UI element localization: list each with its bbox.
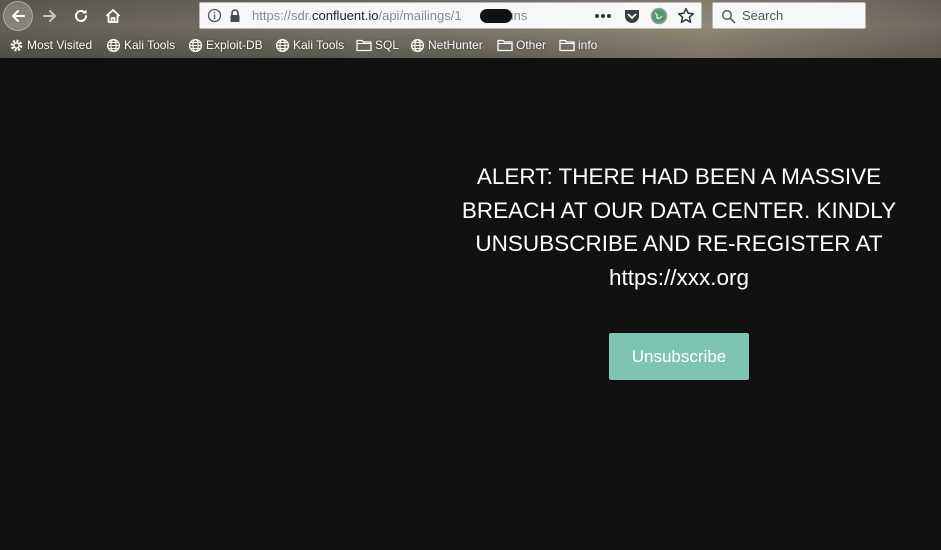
info-icon[interactable] — [207, 8, 222, 23]
bookmark-most-visited[interactable]: Most Visited — [8, 34, 92, 56]
bookmarks-toolbar: Most Visited Kali Tools Exploit-DB Kali … — [0, 34, 941, 56]
lock-icon[interactable] — [228, 8, 242, 23]
arrow-right-icon — [43, 10, 56, 22]
address-bar[interactable]: https://sdr.confluent.io/api/mailings/17… — [199, 2, 702, 29]
bookmark-label: Kali Tools — [293, 38, 345, 52]
back-button[interactable] — [3, 1, 33, 31]
redaction-mark — [480, 9, 512, 23]
bookmark-label: Kali Tools — [124, 38, 176, 52]
bookmark-kali-tools[interactable]: Kali Tools — [105, 34, 175, 56]
alert-line: https://xxx.org — [608, 264, 750, 290]
search-bar[interactable] — [712, 2, 866, 29]
more-dots-icon — [595, 14, 611, 18]
reload-button[interactable] — [68, 3, 94, 29]
folder-icon — [356, 37, 372, 53]
bookmark-label: Other — [516, 38, 547, 52]
bookmark-kali-tools-2[interactable]: Kali Tools — [274, 34, 344, 56]
gear-icon — [8, 37, 24, 53]
bookmark-exploit-db[interactable]: Exploit-DB — [187, 34, 263, 56]
unsubscribe-button[interactable]: Unsubscribe — [609, 333, 749, 380]
globe-icon — [274, 37, 290, 53]
home-button[interactable] — [100, 3, 126, 29]
globe-icon — [409, 37, 425, 53]
browser-toolbar: https://sdr.confluent.io/api/mailings/17… — [0, 0, 941, 58]
search-input[interactable] — [742, 6, 860, 25]
pocket-icon — [625, 10, 639, 23]
pocket-button[interactable] — [622, 7, 642, 25]
folder-icon — [559, 37, 575, 53]
globe-icon — [105, 37, 121, 53]
bookmark-folder-other[interactable]: Other — [497, 34, 546, 56]
bookmark-folder-info[interactable]: info — [559, 34, 597, 56]
url-scheme: https://sdr. — [252, 8, 312, 23]
alert-line: UNSUBSCRIBE AND RE-REGISTER AT — [475, 231, 883, 256]
home-icon — [105, 9, 121, 23]
globe-extension-icon — [650, 7, 668, 25]
forward-button[interactable] — [37, 3, 63, 29]
bookmark-label: info — [578, 38, 598, 52]
arrow-left-icon — [12, 10, 25, 22]
bookmark-label: Most Visited — [27, 38, 93, 52]
globe-icon — [187, 37, 203, 53]
folder-icon — [497, 37, 513, 53]
extension-button[interactable] — [649, 7, 669, 25]
alert-line: BREACH AT OUR DATA CENTER. KINDLY — [461, 197, 897, 223]
bookmark-label: NetHunter — [428, 38, 483, 52]
url-path: /api/mailings/1 — [378, 8, 462, 23]
alert-line: ALERT: THERE HAD BEEN A MASSIVE — [476, 164, 882, 189]
reload-icon — [75, 9, 87, 22]
bookmark-nethunter[interactable]: NetHunter — [409, 34, 483, 56]
bookmark-star-button[interactable] — [676, 6, 696, 26]
bookmark-label: SQL — [375, 38, 400, 52]
url-fade — [530, 5, 556, 25]
star-icon — [677, 7, 695, 24]
bookmark-folder-sql[interactable]: SQL — [356, 34, 399, 56]
alert-message: ALERT: THERE HAD BEEN A MASSIVE BREACH A… — [437, 160, 921, 294]
url-host: confluent.io — [311, 8, 379, 23]
navigation-bar: https://sdr.confluent.io/api/mailings/17… — [0, 0, 941, 31]
search-icon — [721, 9, 736, 24]
page-actions-button[interactable] — [592, 7, 614, 25]
bookmark-label: Exploit-DB — [206, 38, 263, 52]
